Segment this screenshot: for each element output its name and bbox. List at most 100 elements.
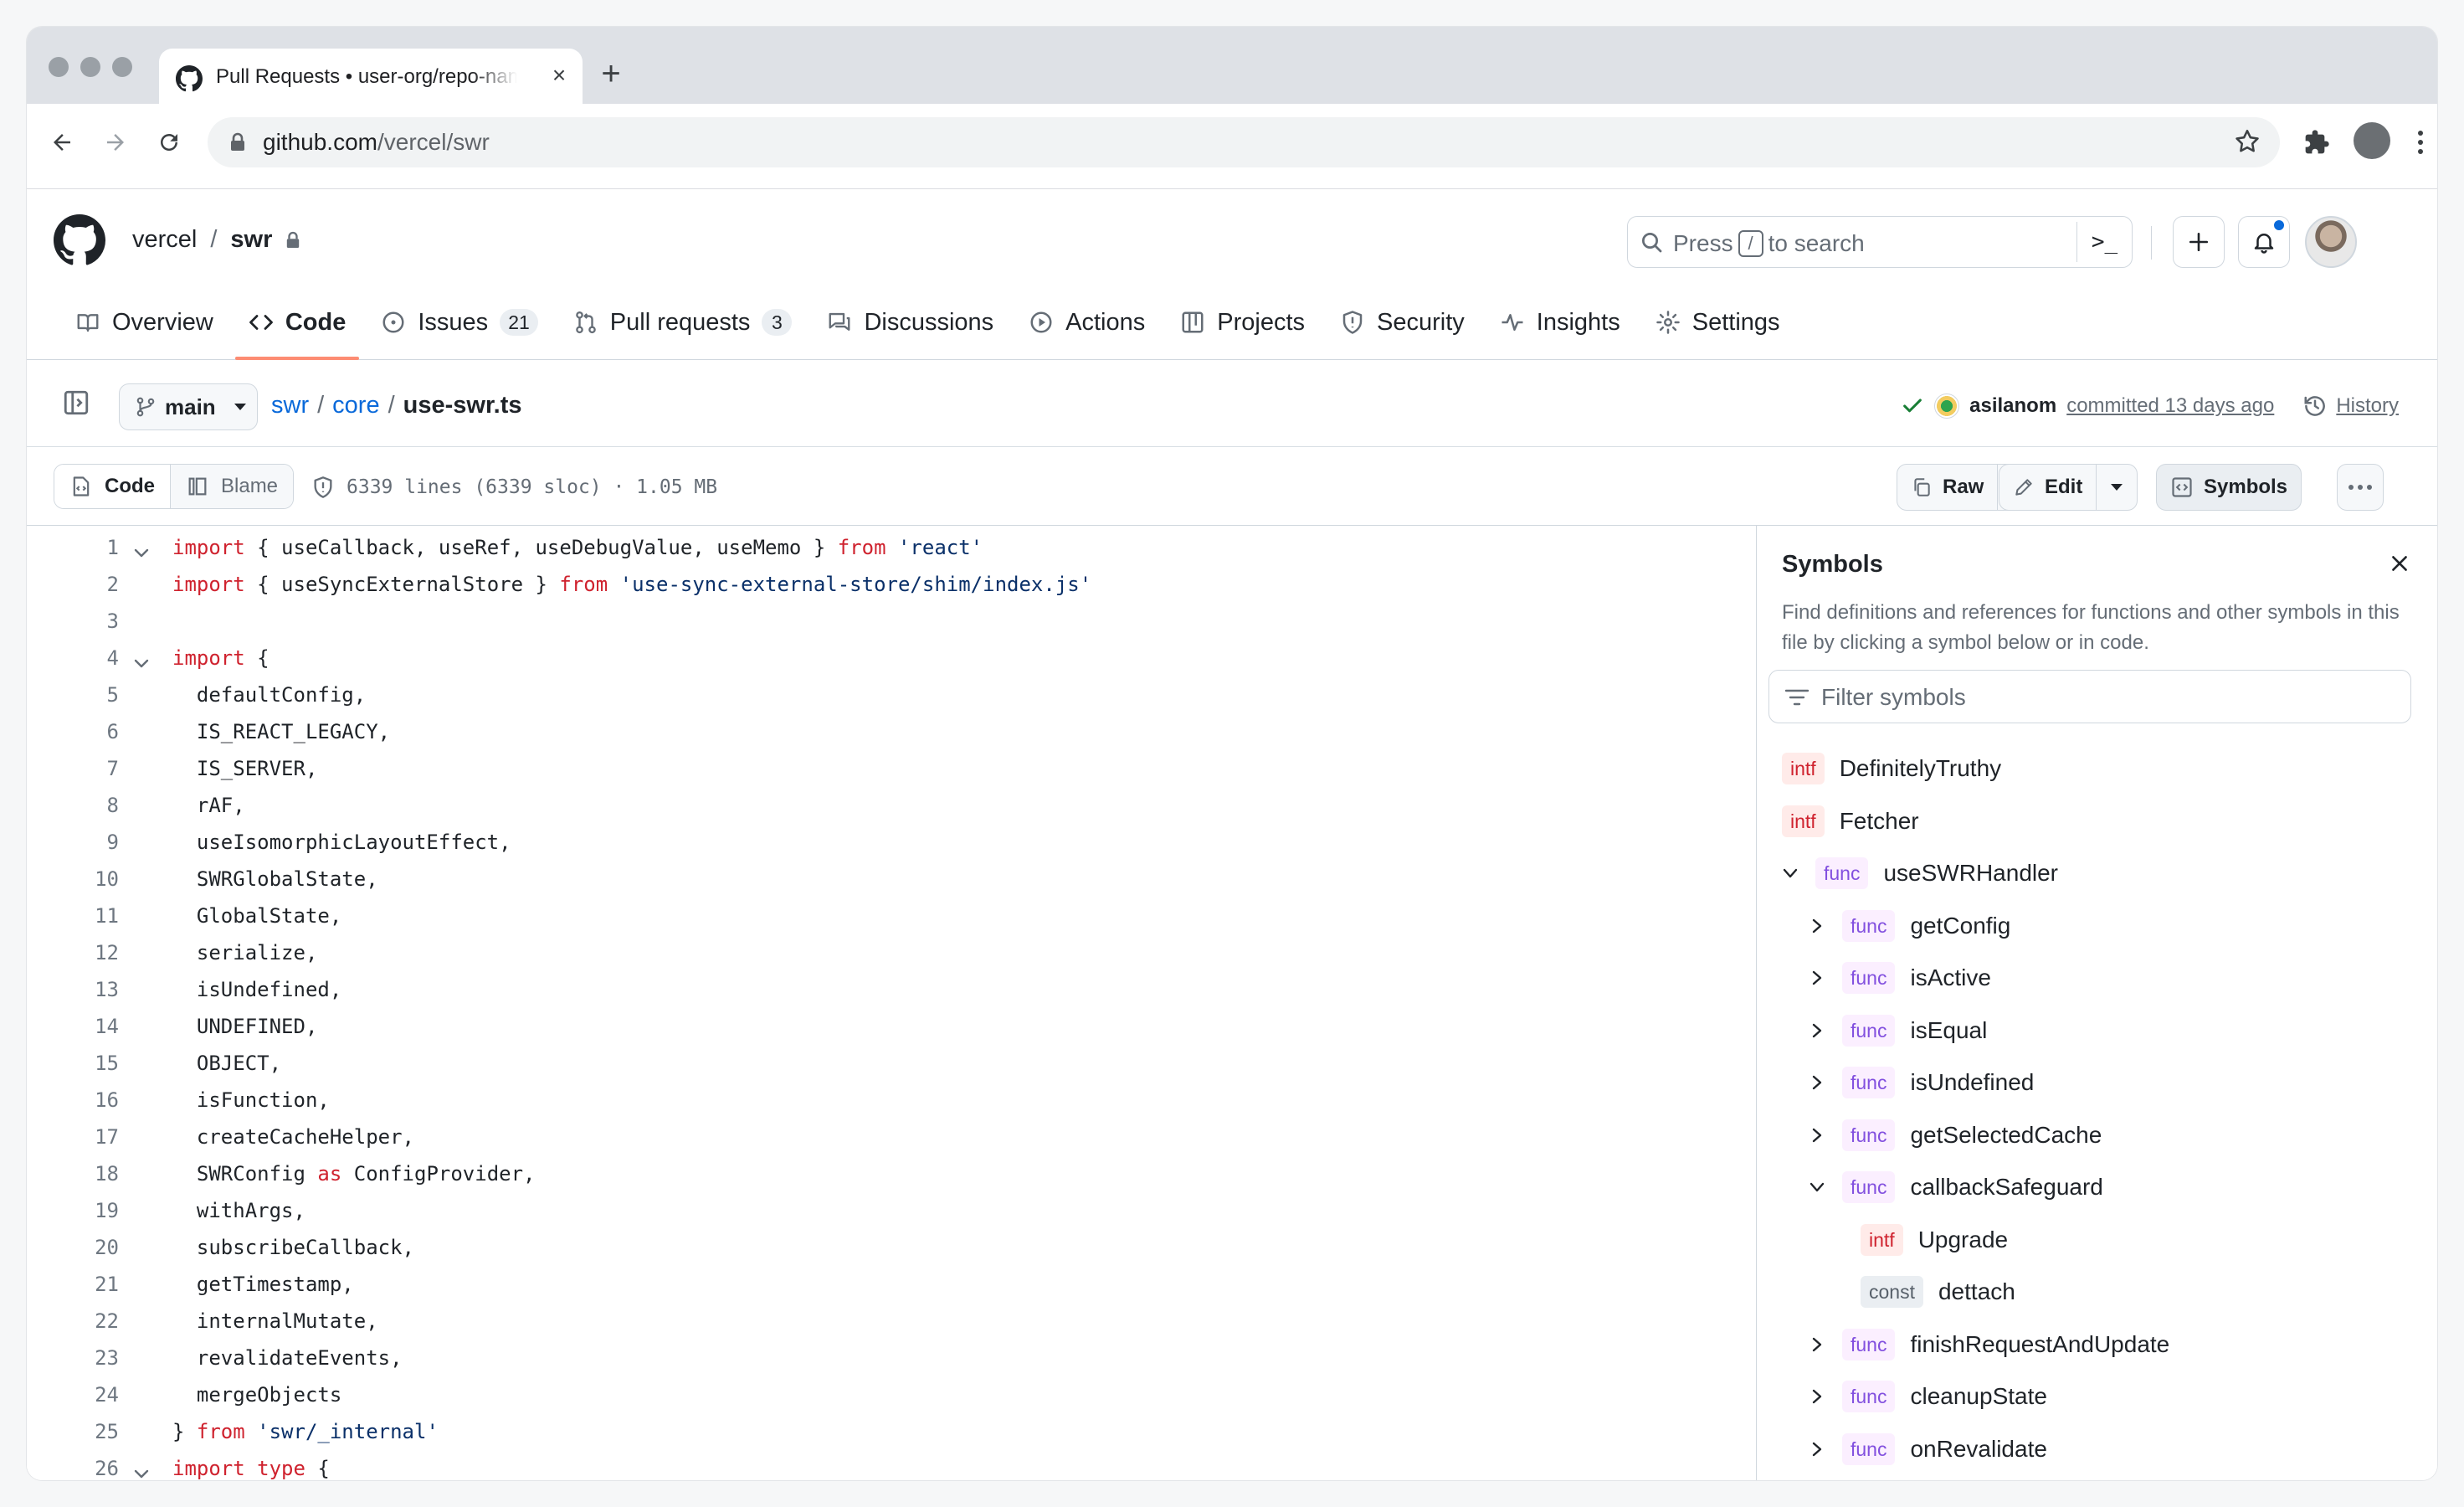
user-avatar[interactable] xyxy=(2305,216,2357,268)
repo-name-link[interactable]: swr xyxy=(230,226,272,254)
code-line[interactable]: 11 GlobalState, xyxy=(27,898,1756,934)
line-number[interactable]: 6 xyxy=(60,720,119,743)
line-number[interactable]: 4 xyxy=(60,646,119,670)
blame-view-button[interactable]: Blame xyxy=(171,465,294,508)
tab-security[interactable]: Security xyxy=(1327,285,1478,360)
line-number[interactable]: 2 xyxy=(60,573,119,596)
branch-selector[interactable]: main xyxy=(119,383,258,430)
tab-actions[interactable]: Actions xyxy=(1015,285,1158,360)
tab-discussions[interactable]: Discussions xyxy=(814,285,1007,360)
browser-menu-icon[interactable] xyxy=(2404,126,2437,159)
code-line[interactable]: 26 import type { xyxy=(27,1450,1756,1480)
author-avatar-icon[interactable] xyxy=(1934,393,1960,419)
code-line[interactable]: 4 import { xyxy=(27,640,1756,676)
raw-button[interactable]: Raw xyxy=(1897,465,1999,510)
code-line[interactable]: 22 internalMutate, xyxy=(27,1303,1756,1340)
line-number[interactable]: 9 xyxy=(60,831,119,854)
commit-author[interactable]: asilanom xyxy=(1969,394,2056,418)
line-number[interactable]: 22 xyxy=(60,1309,119,1333)
maximize-window-dot[interactable] xyxy=(112,57,132,77)
close-window-dot[interactable] xyxy=(49,57,69,77)
line-number[interactable]: 26 xyxy=(60,1457,119,1480)
symbol-item[interactable]: func finishRequestAndUpdate xyxy=(1807,1318,2169,1371)
tab-pull-requests[interactable]: Pull requests 3 xyxy=(560,285,806,360)
create-new-button[interactable] xyxy=(2173,216,2225,268)
profile-avatar-icon[interactable] xyxy=(2354,122,2390,159)
tab-overview[interactable]: Overview xyxy=(62,285,227,360)
chevron-right-icon[interactable] xyxy=(1807,1441,1827,1458)
symbol-item[interactable]: func onRevalidate xyxy=(1807,1422,2047,1476)
symbols-button[interactable]: Symbols xyxy=(2156,464,2302,511)
commit-time-link[interactable]: committed 13 days ago xyxy=(2066,394,2274,418)
code-line[interactable]: 17 createCacheHelper, xyxy=(27,1119,1756,1155)
chevron-right-icon[interactable] xyxy=(1807,1074,1827,1091)
code-line[interactable]: 25} from 'swr/_internal' xyxy=(27,1413,1756,1450)
line-number[interactable]: 1 xyxy=(60,536,119,559)
chevron-right-icon[interactable] xyxy=(1807,1127,1827,1144)
symbol-item[interactable]: intf Fetcher xyxy=(1782,795,1919,848)
code-line[interactable]: 18 SWRConfig as ConfigProvider, xyxy=(27,1155,1756,1192)
code-line[interactable]: 24 mergeObjects xyxy=(27,1376,1756,1413)
code-line[interactable]: 15 OBJECT, xyxy=(27,1045,1756,1082)
symbol-item[interactable]: intf DefinitelyTruthy xyxy=(1782,742,2001,795)
fold-chevron-icon[interactable] xyxy=(134,541,149,564)
notifications-button[interactable] xyxy=(2238,216,2290,268)
line-number[interactable]: 16 xyxy=(60,1088,119,1112)
line-number[interactable]: 23 xyxy=(60,1346,119,1370)
browser-tab[interactable]: Pull Requests • user-org/repo-name × xyxy=(159,49,583,104)
line-number[interactable]: 11 xyxy=(60,904,119,928)
code-line[interactable]: 6 IS_REACT_LEGACY, xyxy=(27,713,1756,750)
line-number[interactable]: 18 xyxy=(60,1162,119,1186)
code-line[interactable]: 1 import { useCallback, useRef, useDebugV… xyxy=(27,529,1756,566)
symbol-item[interactable]: const dettach xyxy=(1861,1265,2015,1319)
code-viewer[interactable]: 1 import { useCallback, useRef, useDebugV… xyxy=(27,526,1756,1480)
code-line[interactable]: 16 isFunction, xyxy=(27,1082,1756,1119)
reload-icon[interactable] xyxy=(152,126,186,159)
code-line[interactable]: 12 serialize, xyxy=(27,934,1756,971)
tab-code[interactable]: Code xyxy=(234,285,360,360)
tab-settings[interactable]: Settings xyxy=(1642,285,1794,360)
code-line[interactable]: 13 isUndefined, xyxy=(27,971,1756,1008)
history-link[interactable]: History xyxy=(2302,393,2399,419)
repo-owner-link[interactable]: vercel xyxy=(132,226,197,254)
code-line[interactable]: 10 SWRGlobalState, xyxy=(27,861,1756,898)
symbol-item[interactable]: func getSelectedCache xyxy=(1807,1108,2102,1162)
line-number[interactable]: 3 xyxy=(60,609,119,633)
more-options-button[interactable] xyxy=(2337,464,2384,511)
code-line[interactable]: 3 xyxy=(27,603,1756,640)
code-line[interactable]: 20 subscribeCallback, xyxy=(27,1229,1756,1266)
line-number[interactable]: 7 xyxy=(60,757,119,780)
github-logo-icon[interactable] xyxy=(54,214,105,266)
line-number[interactable]: 13 xyxy=(60,978,119,1001)
line-number[interactable]: 12 xyxy=(60,941,119,964)
code-line[interactable]: 9 useIsomorphicLayoutEffect, xyxy=(27,824,1756,861)
tab-issues[interactable]: Issues 21 xyxy=(367,285,551,360)
symbol-item[interactable]: func cleanupState xyxy=(1807,1370,2047,1423)
code-line[interactable]: 14 UNDEFINED, xyxy=(27,1008,1756,1045)
line-number[interactable]: 20 xyxy=(60,1236,119,1259)
line-number[interactable]: 5 xyxy=(60,683,119,707)
back-icon[interactable] xyxy=(45,126,79,159)
line-number[interactable]: 25 xyxy=(60,1420,119,1443)
code-line[interactable]: 21 getTimestamp, xyxy=(27,1266,1756,1303)
new-tab-icon[interactable]: + xyxy=(594,57,628,90)
code-line[interactable]: 2 import { useSyncExternalStore } from 'u… xyxy=(27,566,1756,603)
chevron-right-icon[interactable] xyxy=(1807,1388,1827,1405)
symbol-item[interactable]: func isEqual xyxy=(1807,1004,1987,1057)
close-icon[interactable] xyxy=(2389,553,2410,574)
chevron-right-icon[interactable] xyxy=(1807,970,1827,986)
symbol-item[interactable]: func useSWRHandler xyxy=(1780,846,2058,900)
symbol-item[interactable]: func callbackSafeguard xyxy=(1807,1160,2103,1214)
chevron-right-icon[interactable] xyxy=(1807,1336,1827,1353)
line-number[interactable]: 17 xyxy=(60,1125,119,1149)
chevron-down-icon[interactable] xyxy=(1807,1181,1827,1193)
line-number[interactable]: 8 xyxy=(60,794,119,817)
code-view-button[interactable]: Code xyxy=(54,465,171,508)
forward-icon[interactable] xyxy=(99,126,132,159)
symbol-item[interactable]: func getConfig xyxy=(1807,899,2010,953)
chevron-down-icon[interactable] xyxy=(1780,867,1800,879)
symbol-item[interactable]: func isActive xyxy=(1807,951,1991,1005)
line-number[interactable]: 15 xyxy=(60,1052,119,1075)
tab-close-icon[interactable]: × xyxy=(546,62,572,89)
code-line[interactable]: 19 withArgs, xyxy=(27,1192,1756,1229)
